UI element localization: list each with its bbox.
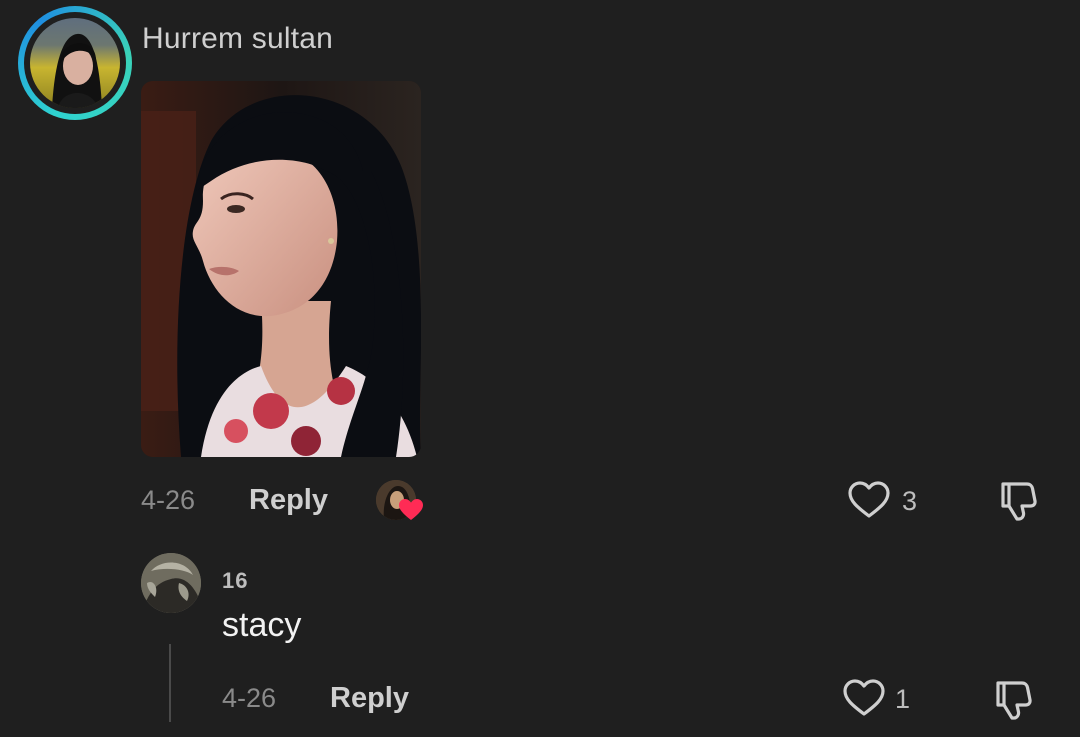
creator-liked-badge [376, 480, 424, 524]
comment-dislike-button[interactable] [997, 478, 1041, 522]
comment-like-count: 3 [902, 486, 918, 516]
reply-reply-button[interactable]: Reply [330, 682, 409, 715]
thumbs-down-icon [996, 681, 1032, 720]
reply-avatar[interactable] [141, 553, 201, 613]
reply-text: stacy [222, 606, 302, 644]
avatar-portrait-graphic [52, 33, 102, 108]
reply-date: 4-26 [222, 683, 277, 713]
reply-avatar-graphic [141, 553, 201, 613]
comment-username[interactable]: Hurrem sultan [142, 22, 333, 56]
comment-avatar[interactable] [18, 6, 132, 120]
comment-like-button[interactable] [847, 480, 891, 520]
thumbs-down-icon [1001, 482, 1037, 521]
reply-dislike-button[interactable] [992, 677, 1036, 721]
reply-like-count: 1 [895, 684, 911, 714]
attached-photo-graphic [141, 81, 421, 457]
creator-heart-badge-icon [399, 499, 423, 520]
reply-username[interactable]: 16 [222, 568, 248, 594]
heart-outline-icon [843, 679, 885, 716]
thread-line [169, 644, 171, 722]
heart-outline-icon [848, 481, 890, 518]
avatar-photo [30, 18, 120, 108]
comment-reply-button[interactable]: Reply [249, 484, 328, 517]
comment-date: 4-26 [141, 485, 196, 515]
reply-like-button[interactable] [842, 678, 886, 718]
comment-attached-photo[interactable] [141, 81, 421, 457]
